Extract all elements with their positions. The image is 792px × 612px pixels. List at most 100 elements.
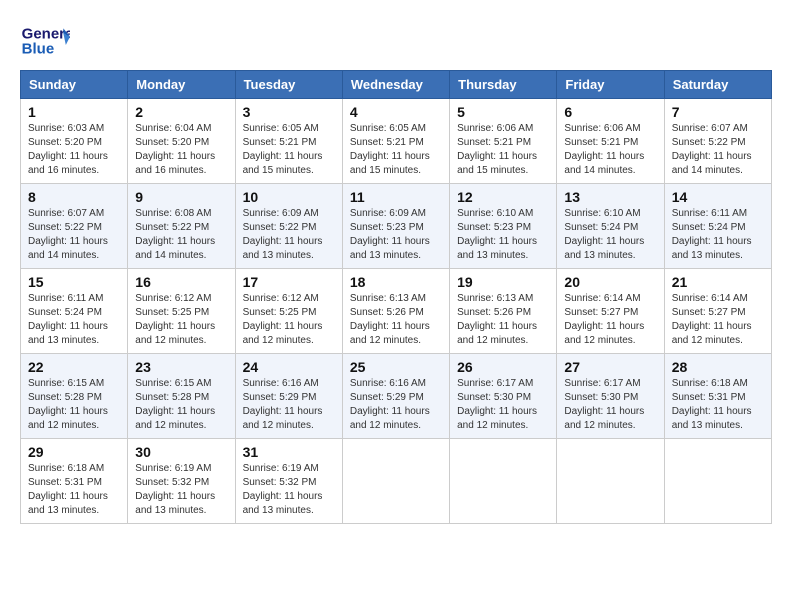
calendar-header-tuesday: Tuesday <box>235 71 342 99</box>
sunrise-label: Sunrise: 6:14 AM <box>564 293 640 304</box>
daylight-label: Daylight: 11 hours and 12 minutes. <box>350 321 430 346</box>
day-info: Sunrise: 6:05 AM Sunset: 5:21 PM Dayligh… <box>243 122 335 178</box>
calendar-cell <box>450 439 557 524</box>
sunset-label: Sunset: 5:25 PM <box>243 307 317 318</box>
calendar-cell: 25 Sunrise: 6:16 AM Sunset: 5:29 PM Dayl… <box>342 354 449 439</box>
day-number: 24 <box>243 359 335 375</box>
calendar-cell: 6 Sunrise: 6:06 AM Sunset: 5:21 PM Dayli… <box>557 99 664 184</box>
daylight-label: Daylight: 11 hours and 14 minutes. <box>564 151 644 176</box>
day-info: Sunrise: 6:14 AM Sunset: 5:27 PM Dayligh… <box>672 292 764 348</box>
daylight-label: Daylight: 11 hours and 14 minutes. <box>135 236 215 261</box>
daylight-label: Daylight: 11 hours and 16 minutes. <box>135 151 215 176</box>
daylight-label: Daylight: 11 hours and 13 minutes. <box>243 491 323 516</box>
calendar-cell: 16 Sunrise: 6:12 AM Sunset: 5:25 PM Dayl… <box>128 269 235 354</box>
day-number: 10 <box>243 189 335 205</box>
sunrise-label: Sunrise: 6:15 AM <box>28 378 104 389</box>
calendar-header-sunday: Sunday <box>21 71 128 99</box>
sunset-label: Sunset: 5:29 PM <box>350 392 424 403</box>
daylight-label: Daylight: 11 hours and 12 minutes. <box>457 321 537 346</box>
day-info: Sunrise: 6:14 AM Sunset: 5:27 PM Dayligh… <box>564 292 656 348</box>
day-info: Sunrise: 6:18 AM Sunset: 5:31 PM Dayligh… <box>672 377 764 433</box>
daylight-label: Daylight: 11 hours and 13 minutes. <box>564 236 644 261</box>
sunset-label: Sunset: 5:21 PM <box>243 137 317 148</box>
daylight-label: Daylight: 11 hours and 16 minutes. <box>28 151 108 176</box>
sunrise-label: Sunrise: 6:08 AM <box>135 208 211 219</box>
sunrise-label: Sunrise: 6:04 AM <box>135 123 211 134</box>
day-number: 23 <box>135 359 227 375</box>
calendar-cell: 14 Sunrise: 6:11 AM Sunset: 5:24 PM Dayl… <box>664 184 771 269</box>
day-number: 18 <box>350 274 442 290</box>
daylight-label: Daylight: 11 hours and 13 minutes. <box>243 236 323 261</box>
sunset-label: Sunset: 5:22 PM <box>243 222 317 233</box>
calendar-cell: 5 Sunrise: 6:06 AM Sunset: 5:21 PM Dayli… <box>450 99 557 184</box>
sunset-label: Sunset: 5:28 PM <box>28 392 102 403</box>
logo-icon: General Blue <box>20 20 70 60</box>
sunset-label: Sunset: 5:32 PM <box>243 477 317 488</box>
day-number: 9 <box>135 189 227 205</box>
sunrise-label: Sunrise: 6:09 AM <box>243 208 319 219</box>
calendar-cell: 29 Sunrise: 6:18 AM Sunset: 5:31 PM Dayl… <box>21 439 128 524</box>
calendar-header-friday: Friday <box>557 71 664 99</box>
day-info: Sunrise: 6:03 AM Sunset: 5:20 PM Dayligh… <box>28 122 120 178</box>
day-number: 30 <box>135 444 227 460</box>
sunrise-label: Sunrise: 6:05 AM <box>350 123 426 134</box>
sunrise-label: Sunrise: 6:16 AM <box>350 378 426 389</box>
sunrise-label: Sunrise: 6:18 AM <box>672 378 748 389</box>
sunset-label: Sunset: 5:22 PM <box>135 222 209 233</box>
sunrise-label: Sunrise: 6:11 AM <box>28 293 103 304</box>
day-info: Sunrise: 6:17 AM Sunset: 5:30 PM Dayligh… <box>457 377 549 433</box>
daylight-label: Daylight: 11 hours and 15 minutes. <box>457 151 537 176</box>
sunrise-label: Sunrise: 6:12 AM <box>135 293 211 304</box>
calendar-cell: 27 Sunrise: 6:17 AM Sunset: 5:30 PM Dayl… <box>557 354 664 439</box>
calendar-cell: 31 Sunrise: 6:19 AM Sunset: 5:32 PM Dayl… <box>235 439 342 524</box>
calendar-cell: 24 Sunrise: 6:16 AM Sunset: 5:29 PM Dayl… <box>235 354 342 439</box>
calendar-cell: 23 Sunrise: 6:15 AM Sunset: 5:28 PM Dayl… <box>128 354 235 439</box>
daylight-label: Daylight: 11 hours and 12 minutes. <box>243 321 323 346</box>
day-number: 17 <box>243 274 335 290</box>
day-info: Sunrise: 6:07 AM Sunset: 5:22 PM Dayligh… <box>672 122 764 178</box>
calendar-week-2: 8 Sunrise: 6:07 AM Sunset: 5:22 PM Dayli… <box>21 184 772 269</box>
svg-text:Blue: Blue <box>22 40 55 57</box>
sunset-label: Sunset: 5:24 PM <box>564 222 638 233</box>
day-number: 2 <box>135 104 227 120</box>
day-info: Sunrise: 6:16 AM Sunset: 5:29 PM Dayligh… <box>243 377 335 433</box>
day-number: 25 <box>350 359 442 375</box>
sunset-label: Sunset: 5:31 PM <box>672 392 746 403</box>
day-number: 27 <box>564 359 656 375</box>
day-info: Sunrise: 6:10 AM Sunset: 5:23 PM Dayligh… <box>457 207 549 263</box>
calendar-cell: 18 Sunrise: 6:13 AM Sunset: 5:26 PM Dayl… <box>342 269 449 354</box>
sunrise-label: Sunrise: 6:17 AM <box>457 378 533 389</box>
day-number: 8 <box>28 189 120 205</box>
sunset-label: Sunset: 5:32 PM <box>135 477 209 488</box>
day-info: Sunrise: 6:15 AM Sunset: 5:28 PM Dayligh… <box>28 377 120 433</box>
day-number: 1 <box>28 104 120 120</box>
sunrise-label: Sunrise: 6:12 AM <box>243 293 319 304</box>
calendar-cell: 26 Sunrise: 6:17 AM Sunset: 5:30 PM Dayl… <box>450 354 557 439</box>
sunset-label: Sunset: 5:25 PM <box>135 307 209 318</box>
day-info: Sunrise: 6:10 AM Sunset: 5:24 PM Dayligh… <box>564 207 656 263</box>
daylight-label: Daylight: 11 hours and 12 minutes. <box>672 321 752 346</box>
sunrise-label: Sunrise: 6:06 AM <box>564 123 640 134</box>
sunrise-label: Sunrise: 6:07 AM <box>28 208 104 219</box>
day-number: 4 <box>350 104 442 120</box>
calendar-week-4: 22 Sunrise: 6:15 AM Sunset: 5:28 PM Dayl… <box>21 354 772 439</box>
calendar-cell: 17 Sunrise: 6:12 AM Sunset: 5:25 PM Dayl… <box>235 269 342 354</box>
day-info: Sunrise: 6:19 AM Sunset: 5:32 PM Dayligh… <box>135 462 227 518</box>
daylight-label: Daylight: 11 hours and 12 minutes. <box>135 321 215 346</box>
page-header: General Blue <box>20 20 772 60</box>
daylight-label: Daylight: 11 hours and 13 minutes. <box>457 236 537 261</box>
calendar-cell: 8 Sunrise: 6:07 AM Sunset: 5:22 PM Dayli… <box>21 184 128 269</box>
daylight-label: Daylight: 11 hours and 14 minutes. <box>28 236 108 261</box>
day-info: Sunrise: 6:12 AM Sunset: 5:25 PM Dayligh… <box>135 292 227 348</box>
sunrise-label: Sunrise: 6:13 AM <box>350 293 426 304</box>
daylight-label: Daylight: 11 hours and 12 minutes. <box>350 406 430 431</box>
sunrise-label: Sunrise: 6:07 AM <box>672 123 748 134</box>
daylight-label: Daylight: 11 hours and 13 minutes. <box>350 236 430 261</box>
calendar-cell: 12 Sunrise: 6:10 AM Sunset: 5:23 PM Dayl… <box>450 184 557 269</box>
sunrise-label: Sunrise: 6:05 AM <box>243 123 319 134</box>
day-info: Sunrise: 6:15 AM Sunset: 5:28 PM Dayligh… <box>135 377 227 433</box>
calendar-cell: 7 Sunrise: 6:07 AM Sunset: 5:22 PM Dayli… <box>664 99 771 184</box>
day-number: 7 <box>672 104 764 120</box>
daylight-label: Daylight: 11 hours and 12 minutes. <box>243 406 323 431</box>
day-number: 13 <box>564 189 656 205</box>
